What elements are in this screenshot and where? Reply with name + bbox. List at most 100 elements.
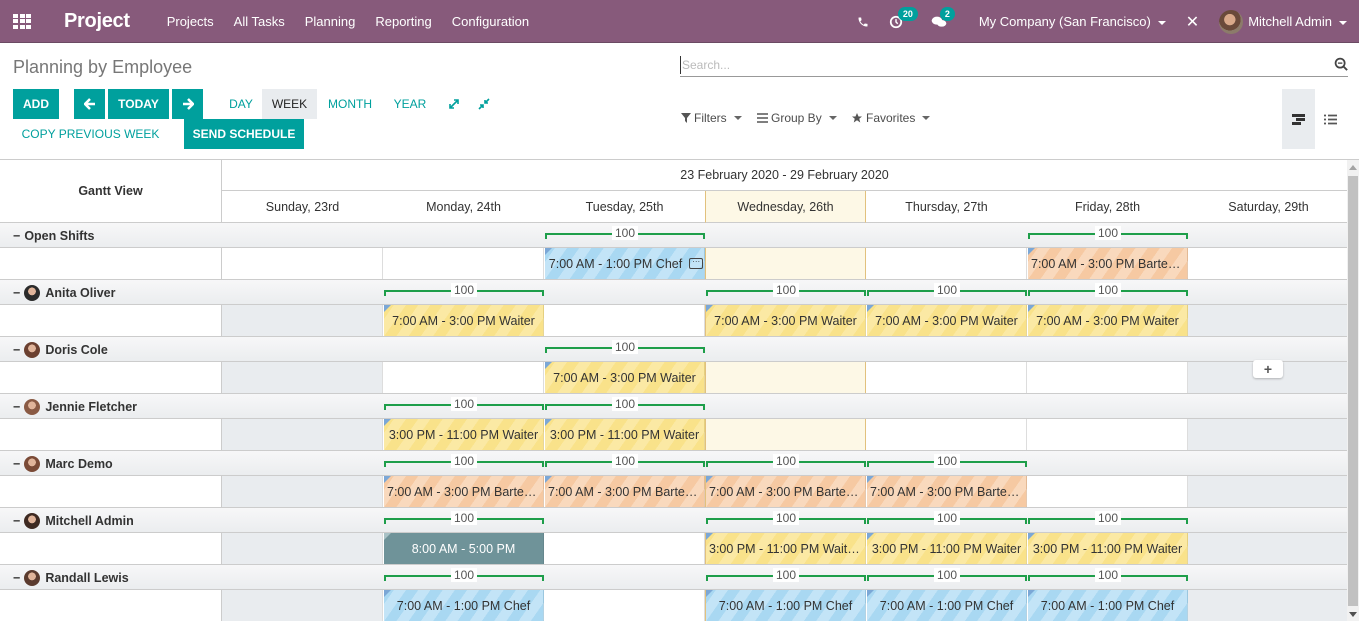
row-name-cell — [0, 533, 222, 564]
collapse-rows-icon[interactable] — [474, 89, 494, 119]
gantt-cell[interactable] — [1188, 476, 1347, 507]
user-avatar[interactable] — [1219, 9, 1244, 34]
shift-pill[interactable]: 8:00 AM - 5:00 PM — [384, 533, 544, 564]
shift-pill[interactable]: 7:00 AM - 3:00 PM Barten... — [706, 476, 866, 507]
shift-pill[interactable]: 7:00 AM - 1:00 PM Chef ··· — [545, 248, 705, 279]
search-icon[interactable] — [1334, 57, 1348, 71]
caret-down-icon — [922, 116, 931, 120]
shift-pill[interactable]: 7:00 AM - 3:00 PM Barten... — [867, 476, 1027, 507]
phone-icon[interactable] — [857, 16, 869, 28]
list-view-switch[interactable] — [1314, 89, 1347, 149]
copy-previous-week-button[interactable]: COPY PREVIOUS WEEK — [13, 119, 168, 149]
shift-pill[interactable]: 3:00 PM - 11:00 PM Waiter — [384, 419, 544, 450]
gantt-cell[interactable] — [866, 419, 1027, 450]
menu-projects[interactable]: Projects — [167, 14, 214, 29]
gantt-cell[interactable] — [544, 533, 705, 564]
company-switcher[interactable]: My Company (San Francisco) — [979, 14, 1166, 29]
gantt-cell[interactable] — [383, 248, 544, 279]
gantt-cell[interactable] — [222, 533, 383, 564]
scale-week[interactable]: WEEK — [262, 89, 317, 119]
menu-all-tasks[interactable]: All Tasks — [234, 14, 285, 29]
shift-label: 3:00 PM - 11:00 PM Waiter — [549, 427, 700, 442]
gantt-cell[interactable] — [705, 419, 866, 450]
filters-dropdown[interactable]: Filters — [681, 111, 742, 125]
scroll-up-arrow[interactable] — [1349, 165, 1357, 170]
gantt-cell[interactable] — [222, 476, 383, 507]
shift-pill[interactable]: 7:00 AM - 3:00 PM Waiter — [545, 362, 705, 393]
shift-pill[interactable]: 3:00 PM - 11:00 PM Waiter — [867, 533, 1027, 564]
gantt-cell[interactable] — [383, 362, 544, 393]
gantt-cell[interactable] — [705, 248, 866, 279]
shift-pill[interactable]: 7:00 AM - 3:00 PM Barten... — [545, 476, 705, 507]
row-toggle[interactable]: − Anita Oliver — [13, 280, 115, 305]
gantt-cell[interactable] — [866, 248, 1027, 279]
shift-pill[interactable]: 7:00 AM - 1:00 PM Chef — [706, 590, 866, 621]
vertical-scrollbar[interactable] — [1347, 160, 1359, 621]
shift-pill[interactable]: 7:00 AM - 3:00 PM Waiter — [867, 305, 1027, 336]
gantt-cell[interactable] — [1188, 590, 1347, 621]
scale-day[interactable]: DAY — [221, 89, 261, 119]
shift-pill[interactable]: 7:00 AM - 1:00 PM Chef — [867, 590, 1027, 621]
allocation-bar: 100 — [706, 511, 866, 525]
gantt-cell[interactable] — [1027, 419, 1188, 450]
add-shift-button[interactable]: + — [1253, 360, 1283, 378]
gantt-cell[interactable] — [705, 362, 866, 393]
gantt-cell[interactable] — [222, 419, 383, 450]
shift-pill[interactable]: 3:00 PM - 11:00 PM Waiter — [1028, 533, 1188, 564]
expand-rows-icon[interactable] — [444, 89, 464, 119]
gantt-cell[interactable] — [222, 590, 383, 621]
menu-planning[interactable]: Planning — [305, 14, 356, 29]
allocation-bar: 100 — [384, 454, 544, 468]
scale-year[interactable]: YEAR — [388, 89, 432, 119]
gantt-cell[interactable] — [1188, 305, 1347, 336]
messages-icon[interactable]: 2 — [931, 6, 955, 29]
shift-pill[interactable]: 7:00 AM - 3:00 PM Waiter — [706, 305, 866, 336]
row-toggle[interactable]: − Open Shifts — [13, 223, 94, 248]
favorites-dropdown[interactable]: Favorites — [851, 111, 931, 125]
debug-tools-icon[interactable]: ✕ — [1186, 12, 1199, 32]
menu-reporting[interactable]: Reporting — [375, 14, 431, 29]
activity-clock-icon[interactable]: 20 — [889, 6, 918, 29]
scrollbar-thumb[interactable] — [1348, 176, 1358, 606]
apps-menu-icon[interactable] — [13, 13, 31, 29]
search-input[interactable] — [680, 56, 1320, 74]
shift-pill[interactable]: 7:00 AM - 3:00 PM Barten... — [1028, 248, 1188, 279]
row-toggle[interactable]: − Randall Lewis — [13, 565, 129, 590]
shift-pill[interactable]: 7:00 AM - 3:00 PM Waiter — [1028, 305, 1188, 336]
shift-pill[interactable]: 7:00 AM - 1:00 PM Chef — [1028, 590, 1188, 621]
menu-configuration[interactable]: Configuration — [452, 14, 529, 29]
gantt-cell[interactable] — [222, 248, 383, 279]
gantt-view-switch[interactable] — [1282, 89, 1315, 149]
allocation-percent: 100 — [450, 511, 478, 525]
previous-button[interactable] — [74, 89, 105, 119]
add-button[interactable]: ADD — [13, 89, 59, 119]
gantt-cell[interactable] — [1188, 248, 1347, 279]
shift-pill[interactable]: 7:00 AM - 1:00 PM Chef — [384, 590, 544, 621]
gantt-cell[interactable] — [866, 362, 1027, 393]
gantt-cell[interactable] — [1027, 362, 1188, 393]
shift-pill[interactable]: 7:00 AM - 3:00 PM Barten... — [384, 476, 544, 507]
gantt-cell[interactable] — [1188, 419, 1347, 450]
shift-pill[interactable]: 3:00 PM - 11:00 PM Waiter — [545, 419, 705, 450]
shift-pill[interactable]: 3:00 PM - 11:00 PM Waite... — [706, 533, 866, 564]
row-toggle[interactable]: − Jennie Fletcher — [13, 394, 137, 419]
gantt-cell[interactable] — [1027, 476, 1188, 507]
send-schedule-button[interactable]: SEND SCHEDULE — [184, 119, 304, 149]
row-toggle[interactable]: − Marc Demo — [13, 451, 113, 476]
gantt-cell[interactable] — [1188, 533, 1347, 564]
row-toggle[interactable]: − Mitchell Admin — [13, 508, 134, 533]
shift-label: 7:00 AM - 3:00 PM Waiter — [1036, 313, 1179, 328]
gantt-cell[interactable] — [222, 362, 383, 393]
scale-month[interactable]: MONTH — [319, 89, 381, 119]
row-toggle[interactable]: − Doris Cole — [13, 337, 108, 362]
user-menu[interactable]: Mitchell Admin — [1248, 14, 1347, 29]
group-by-dropdown[interactable]: Group By — [757, 111, 837, 125]
gantt-cell[interactable] — [544, 590, 705, 621]
row-name-cell — [0, 476, 222, 507]
today-button[interactable]: TODAY — [108, 89, 169, 119]
shift-pill[interactable]: 7:00 AM - 3:00 PM Waiter — [384, 305, 544, 336]
gantt-cell[interactable] — [222, 305, 383, 336]
gantt-cell[interactable] — [544, 305, 705, 336]
scroll-down-arrow[interactable] — [1349, 612, 1357, 617]
next-button[interactable] — [172, 89, 203, 119]
